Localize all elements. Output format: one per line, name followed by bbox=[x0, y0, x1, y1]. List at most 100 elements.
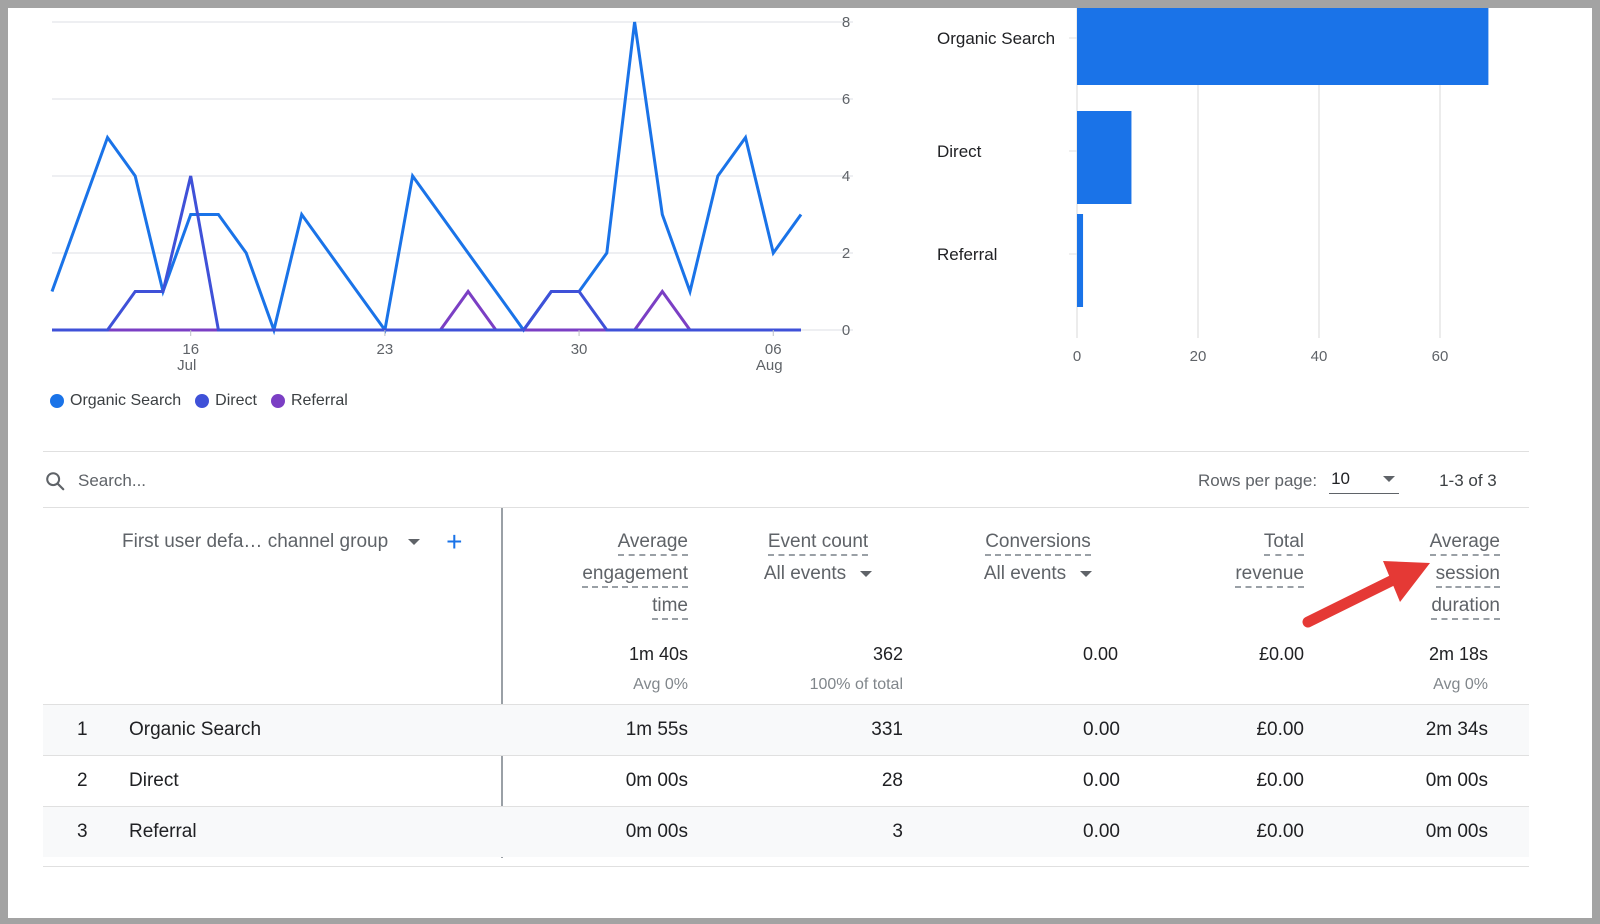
legend-item-referral[interactable]: Referral bbox=[270, 392, 348, 410]
cell-total-revenue: £0.00 bbox=[1256, 821, 1304, 842]
table-search[interactable] bbox=[44, 466, 378, 496]
bar-category-label: Referral bbox=[937, 245, 997, 264]
column-header-avg-session-duration[interactable]: Average session duration bbox=[1388, 528, 1500, 624]
add-dimension-button[interactable]: + bbox=[446, 528, 462, 556]
rows-per-page: Rows per page: 10 1-3 of 3 bbox=[1198, 466, 1497, 496]
bar-direct[interactable] bbox=[1077, 111, 1132, 204]
dimension-header: First user defa… channel group + bbox=[122, 528, 463, 556]
header-text: revenue bbox=[1235, 562, 1304, 588]
header-text: Event count bbox=[767, 530, 869, 556]
cell-avg-engagement-time: 1m 55s bbox=[625, 719, 688, 740]
legend-label: Referral bbox=[290, 392, 348, 409]
cell-event-count: 28 bbox=[881, 770, 903, 791]
header-text: Average bbox=[617, 530, 688, 556]
header-text: time bbox=[652, 594, 688, 620]
bar-organic-search[interactable] bbox=[1077, 8, 1489, 85]
bar-referral[interactable] bbox=[1077, 214, 1084, 307]
header-text: session bbox=[1435, 562, 1500, 588]
table-row[interactable]: 3 Referral 0m 00s 3 0.00 £0.00 0m 00s bbox=[43, 806, 1529, 857]
cell-avg-engagement-time: 0m 00s bbox=[625, 770, 688, 791]
search-input[interactable] bbox=[78, 471, 378, 491]
x-tick-sublabel: Jul bbox=[177, 357, 196, 374]
event-filter-select[interactable]: All events bbox=[748, 560, 888, 588]
x-tick-label: 40 bbox=[1311, 348, 1328, 365]
header-text: engagement bbox=[582, 562, 688, 588]
row-index: 2 bbox=[77, 770, 88, 791]
x-tick-label: 60 bbox=[1432, 348, 1449, 365]
line-chart: 0 2 4 6 8 16Jul 23 30 06Aug bbox=[50, 14, 853, 374]
chevron-down-icon bbox=[1383, 475, 1396, 482]
cell-event-count: 331 bbox=[871, 719, 903, 740]
x-tick-label: 16 bbox=[182, 341, 199, 358]
y-tick-label: 6 bbox=[842, 91, 850, 108]
column-header-total-revenue[interactable]: Total revenue bbox=[1188, 528, 1304, 592]
legend-item-organic-search[interactable]: Organic Search bbox=[50, 392, 181, 410]
row-index: 1 bbox=[77, 719, 88, 740]
total-conversions: 0.00 bbox=[1082, 644, 1118, 664]
chevron-down-icon bbox=[1080, 571, 1093, 577]
chevron-down-icon[interactable] bbox=[408, 539, 421, 545]
bar-category-label: Organic Search bbox=[937, 29, 1055, 48]
cell-event-count: 3 bbox=[892, 821, 903, 842]
total-sub-avg-session-duration: Avg 0% bbox=[1433, 676, 1488, 693]
report-panel: 02468 16 Jul 23 30 06 Aug Organic Search Dire… bbox=[8, 8, 1592, 918]
search-icon bbox=[46, 472, 65, 491]
legend-label: Direct bbox=[215, 392, 257, 409]
total-sub-event-count: 100% of total bbox=[809, 676, 903, 693]
row-dimension: Referral bbox=[129, 821, 197, 842]
header-text: Average bbox=[1429, 530, 1500, 556]
cell-conversions: 0.00 bbox=[1083, 719, 1120, 740]
column-header-avg-engagement-time[interactable]: Average engagement time bbox=[528, 528, 688, 624]
dimension-selector[interactable]: First user defa… channel group bbox=[122, 531, 388, 553]
table-row[interactable]: 1 Organic Search 1m 55s 331 0.00 £0.00 2… bbox=[43, 704, 1529, 755]
column-header-conversions[interactable]: Conversions All events bbox=[968, 528, 1108, 588]
event-filter-value: All events bbox=[763, 563, 847, 584]
series-line-referral[interactable] bbox=[52, 288, 801, 332]
cell-avg-engagement-time: 0m 00s bbox=[625, 821, 688, 842]
row-index: 3 bbox=[77, 821, 88, 842]
y-tick-label: 2 bbox=[842, 245, 850, 262]
divider bbox=[43, 507, 1529, 508]
y-tick-label: 8 bbox=[842, 14, 850, 31]
pagination-status: 1-3 of 3 bbox=[1439, 471, 1497, 490]
x-tick-sublabel: Aug bbox=[756, 357, 783, 374]
total-sub-avg-engagement-time: Avg 0% bbox=[633, 676, 688, 693]
row-dimension: Organic Search bbox=[129, 719, 262, 740]
legend-dot-referral bbox=[270, 394, 285, 408]
x-tick-label: 20 bbox=[1190, 348, 1207, 365]
header-text: Conversions bbox=[985, 530, 1091, 556]
total-event-count: 362 bbox=[872, 644, 903, 664]
header-text: Total bbox=[1263, 530, 1304, 556]
rows-per-page-label: Rows per page: bbox=[1198, 471, 1318, 490]
cell-avg-session-duration: 0m 00s bbox=[1425, 821, 1488, 842]
column-header-event-count[interactable]: Event count All events bbox=[748, 528, 888, 588]
conversion-filter-value: All events bbox=[983, 563, 1067, 584]
total-avg-session-duration: 2m 18s bbox=[1428, 644, 1488, 664]
total-avg-engagement-time: 1m 40s bbox=[628, 644, 688, 664]
cell-total-revenue: £0.00 bbox=[1256, 719, 1304, 740]
line-chart-legend: Organic Search Direct Referral bbox=[50, 392, 348, 410]
conversion-filter-select[interactable]: All events bbox=[968, 560, 1108, 588]
y-tick-label: 4 bbox=[842, 168, 850, 185]
chevron-down-icon bbox=[860, 571, 873, 577]
x-tick-label: 0 bbox=[1073, 348, 1081, 365]
cell-avg-session-duration: 2m 34s bbox=[1425, 719, 1488, 740]
legend-dot-direct bbox=[195, 394, 210, 408]
legend-label: Organic Search bbox=[70, 392, 182, 409]
cell-total-revenue: £0.00 bbox=[1256, 770, 1304, 791]
divider bbox=[43, 866, 1529, 867]
rows-per-page-select[interactable]: 10 bbox=[1329, 469, 1400, 494]
bar-category-label: Direct bbox=[937, 142, 982, 161]
x-tick-label: 30 bbox=[571, 341, 588, 358]
row-dimension: Direct bbox=[129, 770, 179, 791]
divider bbox=[43, 451, 1529, 452]
y-tick-label: 0 bbox=[842, 322, 850, 339]
legend-item-direct[interactable]: Direct bbox=[195, 392, 257, 410]
x-tick-label: 23 bbox=[377, 341, 394, 358]
cell-avg-session-duration: 0m 00s bbox=[1425, 770, 1488, 791]
x-tick-label: 06 bbox=[765, 341, 782, 358]
header-text: duration bbox=[1431, 594, 1500, 620]
table-row[interactable]: 2 Direct 0m 00s 28 0.00 £0.00 0m 00s bbox=[43, 755, 1529, 806]
cell-conversions: 0.00 bbox=[1083, 821, 1120, 842]
total-revenue: £0.00 bbox=[1258, 644, 1304, 664]
